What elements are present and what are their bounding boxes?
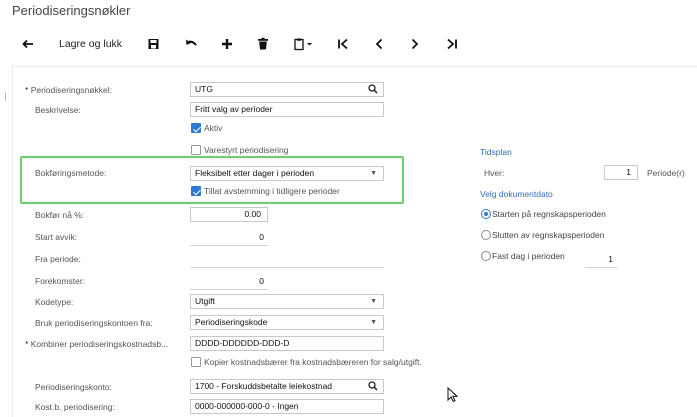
key-input[interactable]: UTG: [190, 82, 384, 97]
item-based-checkbox[interactable]: [191, 145, 201, 155]
search-icon[interactable]: [368, 84, 378, 96]
post-now-input[interactable]: 0.00: [190, 207, 268, 222]
copy-cost-center-label: Kopier kostnadsbærer fra kostnadsbæreren…: [204, 357, 422, 367]
page-title: Periodiseringsnøkler: [12, 3, 131, 18]
use-account-from-select[interactable]: Periodiseringskode ▼: [190, 315, 384, 330]
allow-reconcile-label: Tillat avstemming i tidligere perioder: [204, 186, 340, 196]
panel-edge-marker: [0, 92, 6, 101]
clipboard-icon[interactable]: [294, 36, 314, 52]
radio-end-of-period[interactable]: [481, 230, 491, 240]
schedule-title: Tidsplan: [480, 147, 512, 157]
post-now-label: Bokfør nå %:: [35, 210, 85, 220]
deferral-account-input[interactable]: 1700 - Forskuddsbetalte leiekostnad: [190, 379, 384, 394]
combine-sub-input[interactable]: DDDD-DDDDDD-DDD-D: [190, 336, 384, 351]
deferral-sub-label: Kost.b. periodisering:: [35, 402, 115, 412]
code-type-label: Kodetype:: [35, 297, 74, 307]
deferral-sub-input[interactable]: 0000-000000-000-0 - Ingen: [190, 399, 384, 414]
every-unit-label: Periode(r): [647, 168, 685, 178]
every-label: Hver:: [484, 168, 505, 178]
key-label: * Periodiseringsnøkkel:: [25, 85, 112, 95]
trash-icon[interactable]: [258, 36, 268, 52]
from-period-label: Fra periode:: [35, 254, 81, 264]
search-icon[interactable]: [368, 381, 378, 393]
fixed-day-underline: [585, 267, 617, 268]
allow-reconcile-checkbox[interactable]: [191, 186, 201, 196]
combine-sub-label: * Kombiner periodiseringskostnadsb...: [25, 339, 169, 349]
radio-fixed-day[interactable]: [481, 251, 491, 261]
chevron-down-icon: ▼: [370, 170, 377, 177]
use-account-from-label: Bruk periodiseringskontoen fra:: [35, 318, 153, 328]
fixed-day-value[interactable]: 1: [585, 253, 613, 265]
last-record-icon[interactable]: [446, 36, 458, 52]
description-input[interactable]: Fritt valg av perioder: [190, 102, 384, 117]
start-offset-label: Start avvik:: [35, 232, 78, 242]
save-and-close-button[interactable]: Lagre og lukk: [59, 36, 122, 52]
arrow-left-icon[interactable]: [22, 36, 34, 52]
doc-date-title: Velg dokumentdato: [480, 189, 553, 199]
from-period-underline: [190, 267, 384, 268]
floppy-disk-icon[interactable]: [148, 36, 159, 52]
copy-cost-center-checkbox[interactable]: [191, 357, 201, 367]
occurrences-underline: [190, 289, 268, 290]
radio-start-of-period[interactable]: [481, 209, 491, 219]
chevron-down-icon: ▼: [370, 298, 377, 305]
active-label: Aktiv: [204, 123, 223, 133]
occurrences-label: Forekomster:: [35, 276, 86, 286]
occurrences-value[interactable]: 0: [190, 275, 264, 287]
radio-fixed-day-label: Fast dag i perioden: [492, 251, 565, 261]
plus-icon[interactable]: [221, 36, 233, 52]
chevron-down-icon: ▼: [370, 319, 377, 326]
toolbar: Lagre og lukk: [0, 32, 697, 58]
chevron-left-icon[interactable]: [374, 36, 384, 52]
radio-end-of-period-label: Slutten av regnskapsperioden: [492, 230, 605, 240]
item-based-label: Varestyrt periodisering: [204, 145, 289, 155]
undo-icon[interactable]: [185, 36, 198, 52]
description-label: Beskrivelse:: [35, 105, 81, 115]
radio-start-of-period-label: Starten på regnskapsperioden: [492, 209, 606, 219]
deferral-account-label: Periodiseringskonto:: [35, 382, 113, 392]
posting-method-select[interactable]: Fleksibelt etter dager i perioden ▼: [190, 166, 384, 181]
chevron-right-icon[interactable]: [410, 36, 420, 52]
first-record-icon[interactable]: [337, 36, 349, 52]
every-input[interactable]: 1: [604, 165, 638, 180]
mouse-cursor-icon: [447, 386, 459, 405]
start-offset-value[interactable]: 0: [190, 231, 264, 243]
start-offset-underline: [190, 245, 268, 246]
active-checkbox[interactable]: [191, 123, 201, 133]
posting-method-label: Bokføringsmetode:: [35, 168, 107, 178]
code-type-select[interactable]: Utgift ▼: [190, 294, 384, 309]
